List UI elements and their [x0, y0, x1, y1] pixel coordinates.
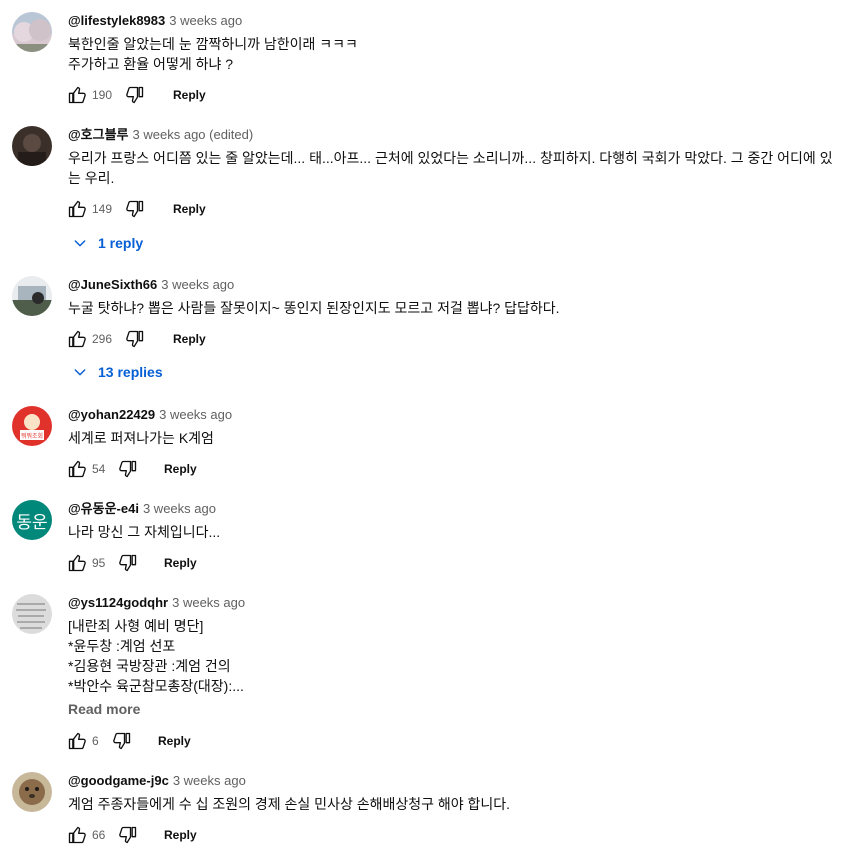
- view-replies-button[interactable]: 13 replies: [72, 360, 163, 384]
- comment-actions: 6 Reply: [66, 729, 191, 753]
- timestamp[interactable]: 3 weeks ago: [161, 277, 234, 292]
- reply-button[interactable]: Reply: [164, 462, 197, 476]
- like-count: 6: [92, 734, 99, 748]
- reply-button[interactable]: Reply: [173, 202, 206, 216]
- dislike-icon[interactable]: [117, 552, 139, 574]
- timestamp[interactable]: 3 weeks ago: [169, 13, 242, 28]
- dislike-icon[interactable]: [124, 328, 146, 350]
- reply-button[interactable]: Reply: [158, 734, 191, 748]
- comment-actions: 149 Reply: [66, 197, 206, 221]
- like-count: 66: [92, 828, 106, 842]
- comment-meta: @유동운-e4i 3 weeks ago: [68, 500, 216, 518]
- comment-actions: 190 Reply: [66, 83, 206, 107]
- chevron-down-icon: [74, 369, 86, 376]
- like-icon[interactable]: [66, 84, 88, 106]
- chevron-down-icon: [74, 240, 86, 247]
- comment-text-line: 계엄 주종자들에게 수 십 조원의 경제 손실 민사상 손해배상청구 해야 합니…: [68, 796, 511, 812]
- like-icon[interactable]: [66, 824, 88, 846]
- view-replies-button[interactable]: 1 reply: [72, 231, 143, 255]
- comment-text-line: 북한인줄 알았는데 눈 깜짝하니까 남한이래 ㅋㅋㅋ: [68, 36, 358, 52]
- dislike-icon[interactable]: [124, 84, 146, 106]
- like-icon[interactable]: [66, 458, 88, 480]
- author-handle[interactable]: @호그블루: [68, 127, 129, 142]
- timestamp[interactable]: 3 weeks ago (edited): [133, 127, 254, 142]
- avatar[interactable]: [12, 594, 52, 634]
- comment-actions: 95 Reply: [66, 551, 197, 575]
- comment-text-line: 는 우리.: [68, 170, 115, 186]
- dislike-icon[interactable]: [111, 730, 133, 752]
- comment-actions: 66 Reply: [66, 823, 197, 847]
- comment-text-line: *윤두창 :계엄 선포: [68, 638, 176, 654]
- timestamp[interactable]: 3 weeks ago: [159, 407, 232, 422]
- avatar-text: 뭐뭐조회: [21, 432, 43, 440]
- comment-meta: @goodgame-j9c 3 weeks ago: [68, 772, 246, 790]
- like-icon[interactable]: [66, 198, 88, 220]
- dislike-icon[interactable]: [117, 458, 139, 480]
- dislike-icon[interactable]: [124, 198, 146, 220]
- reply-button[interactable]: Reply: [173, 332, 206, 346]
- replies-label: 1 reply: [98, 235, 144, 251]
- avatar[interactable]: [12, 772, 52, 812]
- avatar[interactable]: [12, 126, 52, 166]
- author-handle[interactable]: @goodgame-j9c: [68, 773, 169, 788]
- timestamp[interactable]: 3 weeks ago: [143, 501, 216, 516]
- avatar[interactable]: [12, 12, 52, 52]
- read-more-button[interactable]: Read more: [68, 701, 140, 717]
- like-count: 149: [92, 202, 113, 216]
- comment-text-line: 나라 망신 그 자체입니다...: [68, 524, 221, 540]
- author-handle[interactable]: @ys1124godqhr: [68, 595, 168, 610]
- comment-actions: 54 Reply: [66, 457, 197, 481]
- like-count: 190: [92, 88, 113, 102]
- comment-text-line: 주가하고 환율 어떻게 하냐 ?: [68, 56, 234, 72]
- reply-button[interactable]: Reply: [164, 556, 197, 570]
- dislike-icon[interactable]: [117, 824, 139, 846]
- like-count: 54: [92, 462, 106, 476]
- avatar[interactable]: 동운: [12, 500, 52, 540]
- comment-text-line: *김용현 국방장관 :계엄 건의: [68, 658, 231, 674]
- comment-meta: @ys1124godqhr 3 weeks ago: [68, 594, 245, 612]
- comment-meta: @호그블루 3 weeks ago (edited): [68, 126, 253, 144]
- like-count: 296: [92, 332, 113, 346]
- replies-label: 13 replies: [98, 364, 163, 380]
- comment-meta: @lifestylek8983 3 weeks ago: [68, 12, 242, 30]
- comment-text-line: 우리가 프랑스 어디쯤 있는 줄 알았는데... 태...아프... 근처에 있…: [68, 150, 833, 166]
- author-handle[interactable]: @JuneSixth66: [68, 277, 157, 292]
- avatar-initials: 동운: [16, 512, 48, 533]
- author-handle[interactable]: @lifestylek8983: [68, 13, 165, 28]
- comment-text-line: 세계로 퍼져나가는 K계엄: [68, 430, 214, 446]
- author-handle[interactable]: @yohan22429: [68, 407, 155, 422]
- avatar[interactable]: [12, 276, 52, 316]
- like-icon[interactable]: [66, 730, 88, 752]
- like-icon[interactable]: [66, 552, 88, 574]
- comment-text-line: 누굴 탓하냐? 뽑은 사람들 잘못이지~ 똥인지 된장인지도 모르고 저걸 뽑냐…: [68, 300, 560, 316]
- like-icon[interactable]: [66, 328, 88, 350]
- comment-text-line: [내란죄 사형 예비 명단]: [68, 618, 204, 634]
- reply-button[interactable]: Reply: [173, 88, 206, 102]
- timestamp[interactable]: 3 weeks ago: [173, 773, 246, 788]
- reply-button[interactable]: Reply: [164, 828, 197, 842]
- avatar[interactable]: 뭐뭐조회: [12, 406, 52, 446]
- timestamp[interactable]: 3 weeks ago: [172, 595, 245, 610]
- author-handle[interactable]: @유동운-e4i: [68, 501, 139, 516]
- comment-text-line: *박안수 육군참모총장(대장):...: [68, 678, 244, 694]
- like-count: 95: [92, 556, 106, 570]
- comment-meta: @yohan22429 3 weeks ago: [68, 406, 232, 424]
- comment-actions: 296 Reply: [66, 327, 206, 351]
- comment-meta: @JuneSixth66 3 weeks ago: [68, 276, 234, 294]
